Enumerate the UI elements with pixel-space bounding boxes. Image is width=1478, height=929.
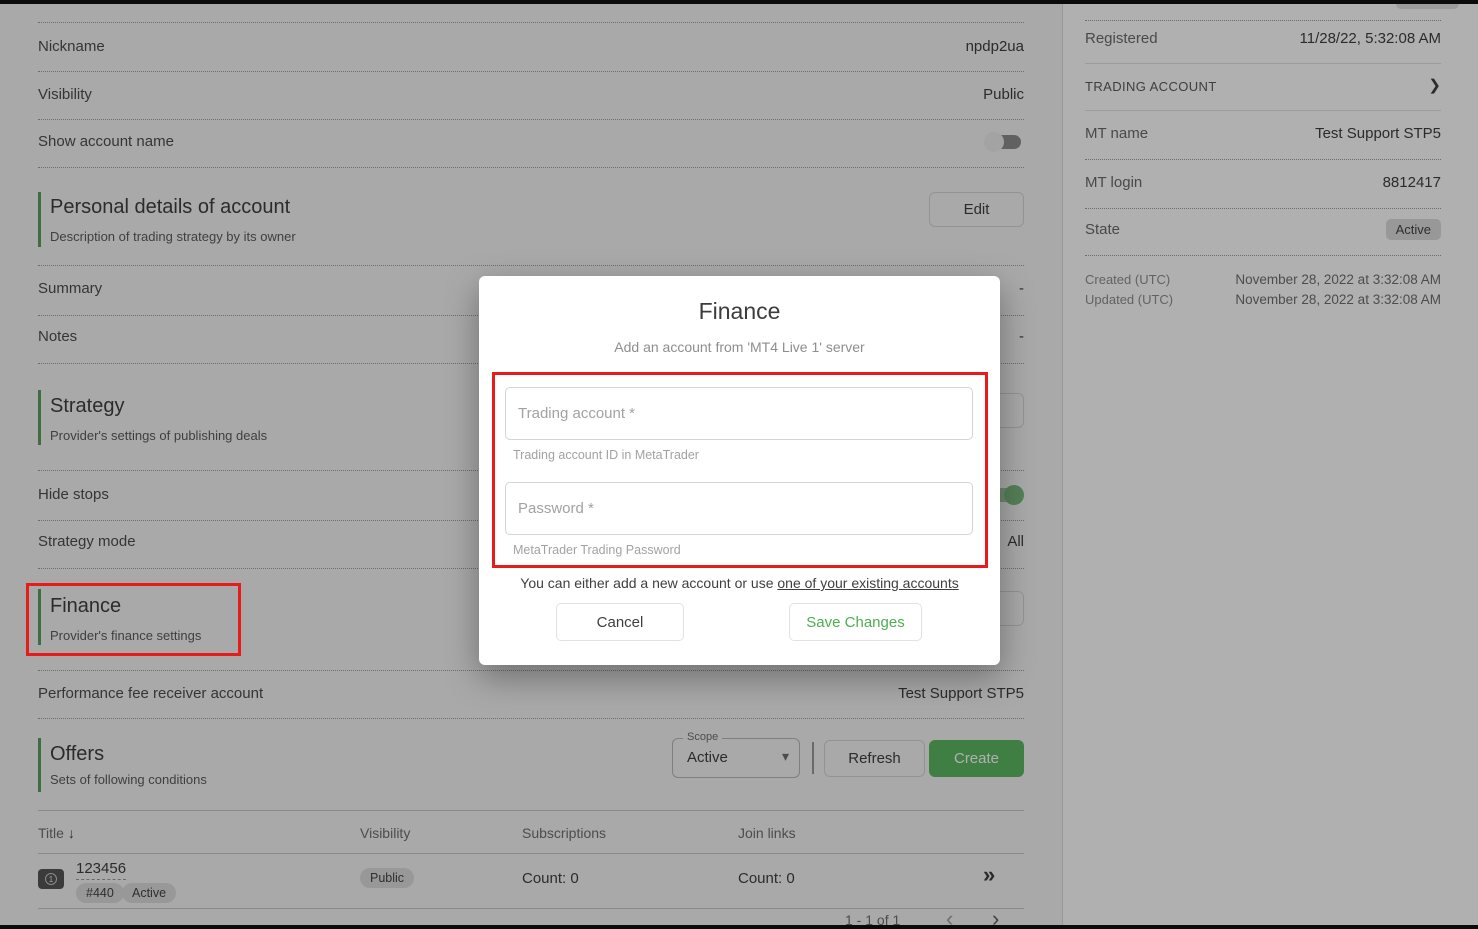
bottom-edge-bar (0, 925, 1478, 929)
save-changes-button[interactable]: Save Changes (789, 603, 922, 641)
cancel-button[interactable]: Cancel (556, 603, 684, 641)
modal-note: You can either add a new account or use … (479, 575, 1000, 591)
provider-settings-page: Nickname npdp2ua Visibility Public Show … (0, 0, 1478, 929)
top-edge-bar (0, 0, 1478, 4)
modal-title: Finance (479, 298, 1000, 325)
modal-subtitle: Add an account from 'MT4 Live 1' server (479, 339, 1000, 355)
annotation-box-modal-fields (492, 372, 988, 568)
annotation-box-finance-section (26, 583, 241, 656)
existing-accounts-link[interactable]: one of your existing accounts (777, 575, 958, 591)
note-text: You can either add a new account or use (520, 575, 777, 591)
